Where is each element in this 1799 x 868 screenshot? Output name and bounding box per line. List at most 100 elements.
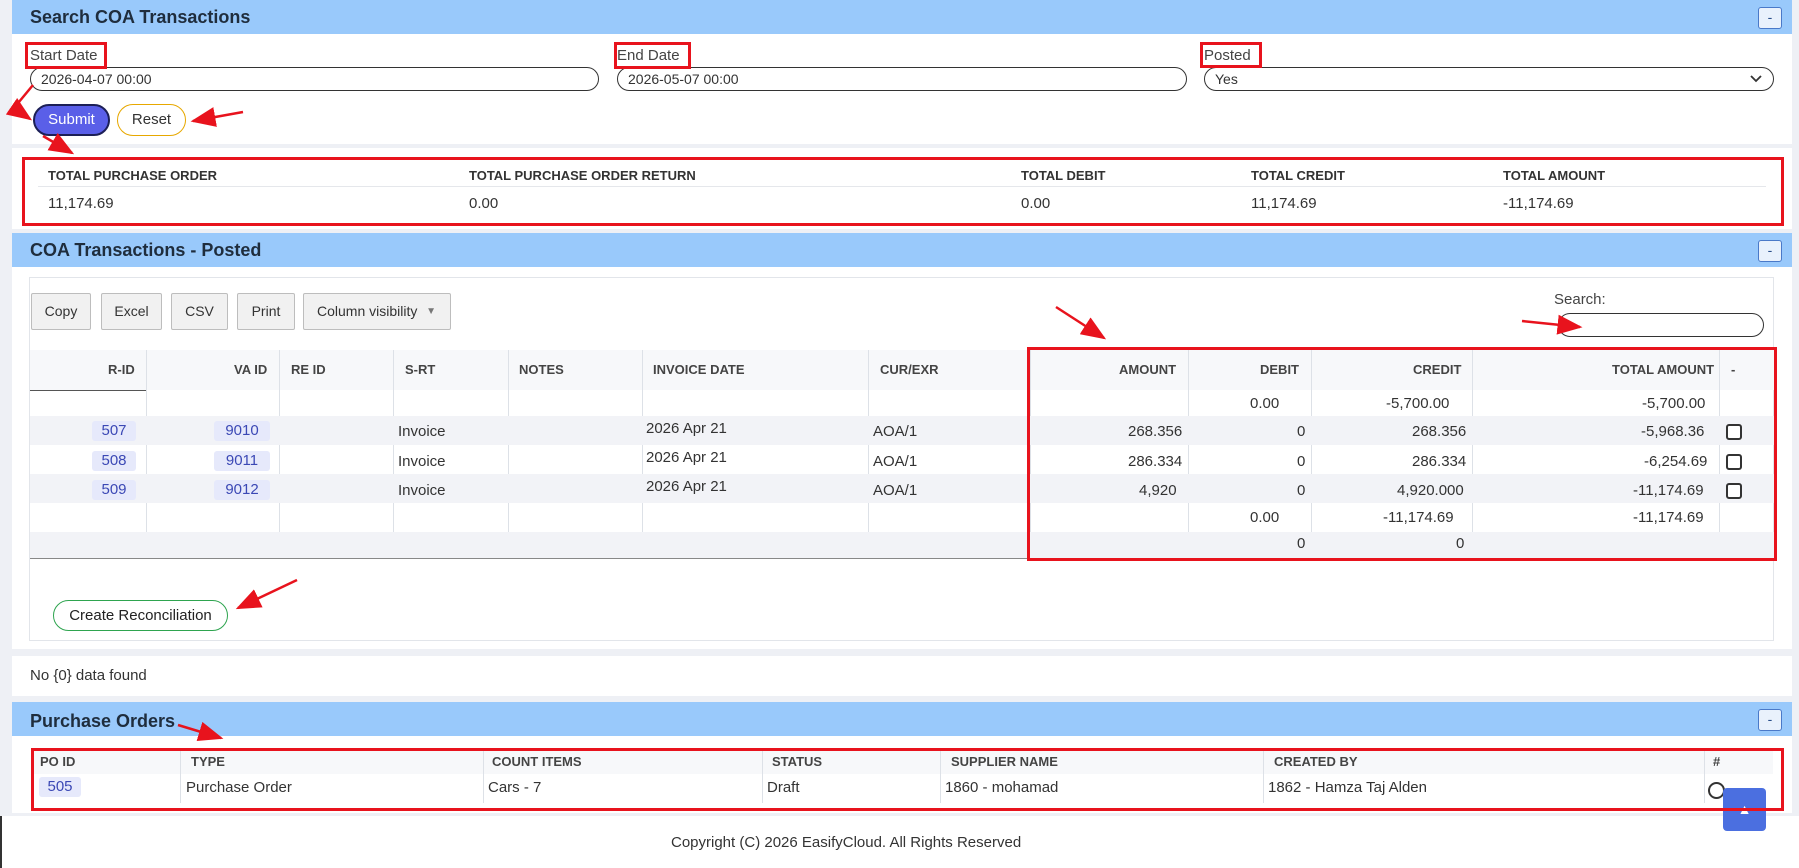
po-status-cell: Draft [767,779,800,796]
col-divider [642,350,643,558]
cur-exr-cell: AOA/1 [873,423,918,440]
closing-credit: -11,174.69 [1383,509,1454,526]
col-header-vaid[interactable]: VA ID [234,362,267,377]
summary-divider [38,186,1766,187]
po-type-cell: Purchase Order [186,779,292,796]
summary-value-amount: -11,174.69 [1503,195,1574,212]
po-panel-header: Purchase Orders - [12,702,1792,736]
total-cell: -6,254.69 [1644,453,1708,470]
col-header-invoice-date[interactable]: INVOICE DATE [653,362,745,377]
po-col-header-status[interactable]: STATUS [772,754,822,769]
po-col-header-supplier[interactable]: SUPPLIER NAME [951,754,1058,769]
po-panel-title: Purchase Orders [30,711,176,731]
column-visibility-label: Column visibility [317,303,418,319]
col-header-total-amount[interactable]: TOTAL AMOUNT [1612,362,1714,377]
col-divider [1188,350,1189,558]
table-bottom-border [30,558,1774,559]
summary-value-po-return: 0.00 [469,195,499,212]
cur-exr-cell: AOA/1 [873,453,918,470]
po-panel-collapse-button[interactable]: - [1758,709,1782,731]
po-id-link[interactable]: 505 [39,777,81,797]
vaid-link[interactable]: 9011 [214,451,270,471]
end-date-input[interactable]: 2026-05-07 00:00 [617,67,1187,91]
coa-panel-collapse-button[interactable]: - [1758,240,1782,262]
summary-panel [12,148,1792,229]
start-date-input[interactable]: 2026-04-07 00:00 [30,67,599,91]
col-header-srt[interactable]: S-RT [405,362,435,377]
summary-header-credit: TOTAL CREDIT [1251,168,1345,183]
submit-button[interactable]: Submit [33,104,110,136]
row-checkbox[interactable] [1726,483,1742,499]
invoice-date-cell: 2026 Apr 21 [646,449,727,466]
col-header-amount[interactable]: AMOUNT [1119,362,1176,377]
col-divider [1030,350,1031,558]
csv-button[interactable]: CSV [171,293,228,330]
debit-cell: 0 [1297,453,1306,470]
search-panel-collapse-button[interactable]: - [1758,7,1782,29]
col-header-rid[interactable]: R-ID [108,362,135,377]
credit-cell: 4,920.000 [1397,482,1464,499]
closing-debit: 0.00 [1250,509,1280,526]
col-header-debit[interactable]: DEBIT [1260,362,1299,377]
search-panel-title: Search COA Transactions [30,7,251,27]
amount-cell: 286.334 [1128,453,1183,470]
search-panel-header: Search COA Transactions - [12,0,1792,34]
coa-panel-title: COA Transactions - Posted [30,240,262,260]
cur-exr-cell: AOA/1 [873,482,918,499]
print-button[interactable]: Print [237,293,295,330]
no-data-panel: No {0} data found [12,656,1792,696]
po-col-header-created-by[interactable]: CREATED BY [1274,754,1358,769]
row-checkbox[interactable] [1726,424,1742,440]
po-count-cell: Cars - 7 [488,779,542,796]
excel-button[interactable]: Excel [101,293,162,330]
closing-total: -11,174.69 [1633,509,1704,526]
caret-down-icon: ▼ [426,306,436,317]
col-header-cur-exr[interactable]: CUR/EXR [880,362,939,377]
posted-select[interactable]: Yes [1204,67,1774,91]
debit-cell: 0 [1297,423,1306,440]
start-date-label: Start Date [30,47,98,64]
summary-header-po: TOTAL PURCHASE ORDER [48,168,218,183]
opening-credit: -5,700.00 [1386,395,1450,412]
vaid-link[interactable]: 9010 [214,421,270,441]
summary-header-amount: TOTAL AMOUNT [1503,168,1606,183]
po-col-header-id[interactable]: PO ID [40,754,75,769]
po-col-header-count[interactable]: COUNT ITEMS [492,754,582,769]
po-col-header-type[interactable]: TYPE [191,754,225,769]
total-cell: -5,968.36 [1641,423,1705,440]
copy-button[interactable]: Copy [31,293,91,330]
chevron-down-icon [1750,75,1762,83]
sort-indicator [30,390,146,391]
po-supplier-cell: 1860 - mohamad [945,779,1059,796]
summary-value-debit: 0.00 [1021,195,1051,212]
page-footer: Copyright (C) 2026 EasifyCloud. All Righ… [0,816,1799,868]
summary-header-po-return: TOTAL PURCHASE ORDER RETURN [469,168,696,183]
create-reconciliation-button[interactable]: Create Reconciliation [53,600,228,631]
col-header-notes[interactable]: NOTES [519,362,564,377]
amount-cell: 268.356 [1128,423,1183,440]
col-divider [393,350,394,558]
col-divider [1704,749,1705,803]
summary-header-debit: TOTAL DEBIT [1021,168,1106,183]
vaid-link[interactable]: 9012 [214,480,270,500]
col-divider [180,749,181,803]
po-created-by-cell: 1862 - Hamza Taj Alden [1268,779,1427,796]
scroll-top-button[interactable]: ▲ [1723,788,1766,831]
table-search-input[interactable] [1558,313,1764,337]
invoice-date-cell: 2026 Apr 21 [646,420,727,437]
rid-link[interactable]: 509 [92,480,136,500]
reset-button[interactable]: Reset [117,104,186,136]
opening-debit: 0.00 [1250,395,1280,412]
row-checkbox[interactable] [1726,454,1742,470]
srt-cell: Invoice [398,423,446,440]
col-header-credit[interactable]: CREDIT [1413,362,1461,377]
col-divider [1719,350,1720,558]
column-visibility-button[interactable]: Column visibility ▼ [303,293,451,330]
total-cell: -11,174.69 [1633,482,1704,499]
col-header-reid[interactable]: RE ID [291,362,326,377]
rid-link[interactable]: 508 [92,451,136,471]
debit-cell: 0 [1297,482,1306,499]
col-divider [940,749,941,803]
rid-link[interactable]: 507 [92,421,136,441]
col-divider [508,350,509,558]
